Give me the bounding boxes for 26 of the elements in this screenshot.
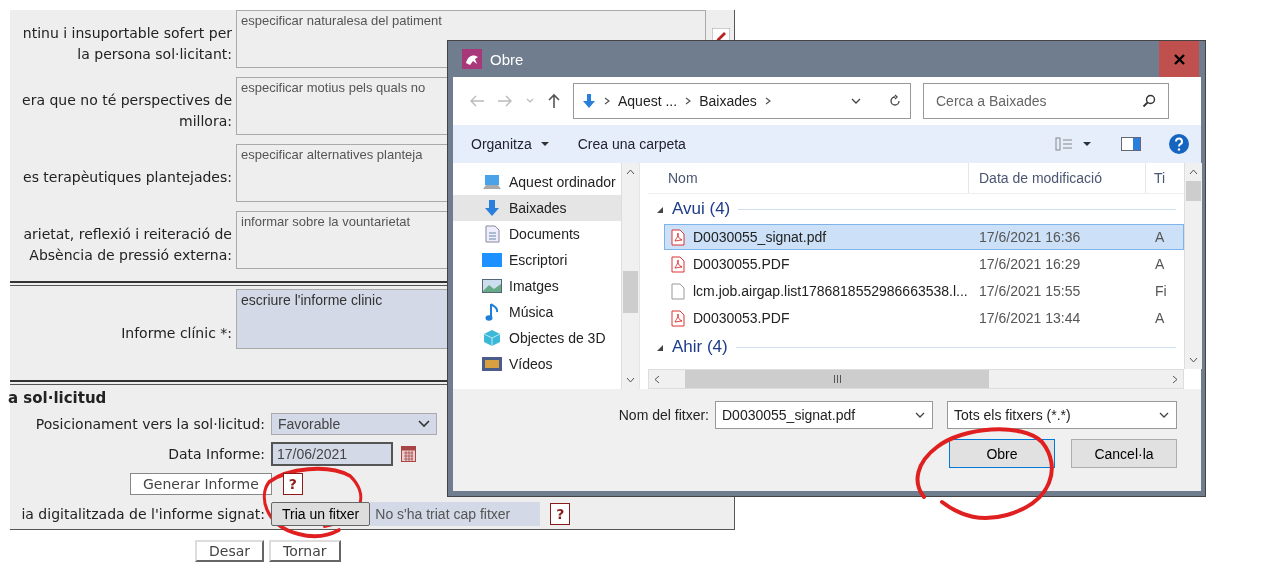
field-label: ntinu i insuportable sofert per la persona sol·licitant: bbox=[21, 24, 232, 64]
file-type: A bbox=[1154, 256, 1166, 272]
file-date: 17/6/2021 16:29 bbox=[978, 256, 1082, 272]
file-type: A bbox=[1154, 310, 1166, 326]
file-name: D0030055.PDF bbox=[693, 256, 790, 272]
field-label: Posicionament vers la sol·licitud: bbox=[34, 416, 265, 432]
group-label: Avui (4) bbox=[672, 199, 731, 219]
file-type: A bbox=[1154, 229, 1166, 245]
file-date: 17/6/2021 13:44 bbox=[978, 310, 1082, 326]
file-name: D0030055_signat.pdf bbox=[693, 229, 827, 245]
section-title: a sol·licitud bbox=[8, 389, 108, 407]
window-title: Obre bbox=[490, 50, 524, 68]
field-label: era que no té perspectives de millora: bbox=[21, 91, 232, 131]
file-name: lcm.job.airgap.list1786818552986663538.l... bbox=[693, 283, 968, 299]
field-label: Data Informe: bbox=[167, 446, 265, 462]
field-label: arietat, reflexió i reiteració de Absència de pressió externa: bbox=[22, 225, 232, 265]
file-name: D0030053.PDF bbox=[693, 310, 790, 326]
file-status: No s'ha triat cap fitxer bbox=[370, 502, 541, 526]
file-type: Fi bbox=[1154, 283, 1168, 299]
field-label: Nom del fitxer: bbox=[618, 407, 709, 423]
field-label: es terapèutiques plantejades: bbox=[22, 168, 232, 188]
file-date: 17/6/2021 15:55 bbox=[978, 283, 1082, 299]
field-label: Informe clínic *: bbox=[120, 323, 232, 343]
field-label: ia digitalitzada de l'informe signat: bbox=[20, 506, 265, 522]
file-date: 17/6/2021 16:36 bbox=[978, 229, 1082, 245]
group-label: Ahir (4) bbox=[672, 337, 728, 357]
